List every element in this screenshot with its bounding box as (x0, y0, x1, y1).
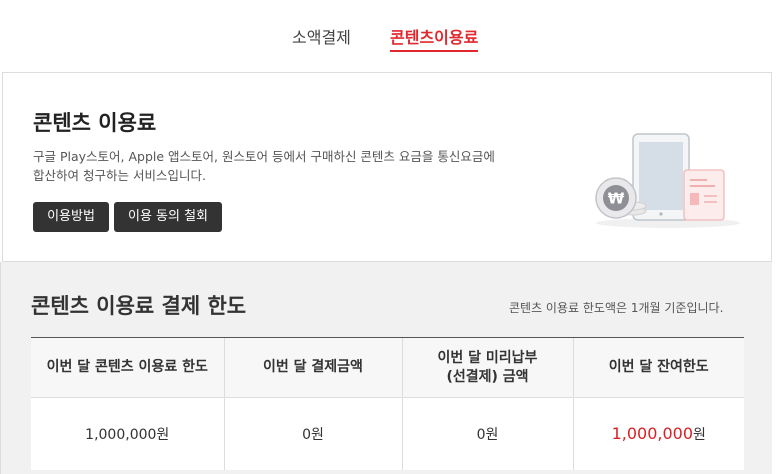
remaining-limit-value: 1,000,000 (611, 423, 694, 443)
page-title: 콘텐츠 이용료 (33, 111, 157, 135)
column-paid-amount: 이번 달 결제금액 (223, 337, 402, 398)
how-to-use-button[interactable]: 이용방법 (33, 202, 109, 232)
document-icon (683, 169, 725, 221)
column-prepaid-line-1: 이번 달 미리납부 (437, 349, 538, 366)
withdraw-consent-button[interactable]: 이용 동의 철회 (114, 202, 222, 232)
content-fee-intro: 콘텐츠 이용료 구글 Play스토어, Apple 앱스토어, 원스토어 등에서… (2, 72, 772, 262)
table-header-row: 이번 달 콘텐츠 이용료 한도 이번 달 결제금액 이번 달 미리납부 (선결제… (31, 337, 744, 398)
description-line-2: 합산하여 청구하는 서비스입니다. (33, 168, 206, 183)
tab-content-fee[interactable]: 콘텐츠이용료 (390, 24, 478, 48)
prepaid-amount-value: 0원 (401, 397, 573, 470)
tab-bar: 소액결제 콘텐츠이용료 (0, 0, 784, 72)
remaining-limit-cell: 1,000,000원 (572, 397, 744, 470)
column-prepaid-line-2: (선결제) 금액 (446, 368, 529, 385)
limit-title: 콘텐츠 이용료 결제 한도 (31, 294, 247, 318)
column-prepaid-amount: 이번 달 미리납부 (선결제) 금액 (401, 337, 573, 398)
paid-amount-value: 0원 (223, 397, 402, 470)
tab-small-payment[interactable]: 소액결제 (292, 24, 351, 48)
monthly-limit-value: 1,000,000원 (85, 426, 170, 443)
description-line-1: 구글 Play스토어, Apple 앱스토어, 원스토어 등에서 구매하신 콘텐… (33, 149, 495, 164)
limit-note: 콘텐츠 이용료 한도액은 1개월 기준입니다. (509, 301, 724, 315)
column-monthly-limit: 이번 달 콘텐츠 이용료 한도 (31, 337, 224, 398)
limit-table: 이번 달 콘텐츠 이용료 한도 이번 달 결제금액 이번 달 미리납부 (선결제… (31, 337, 744, 470)
payment-limit-section: 콘텐츠 이용료 결제 한도 콘텐츠 이용료 한도액은 1개월 기준입니다. 이번… (0, 262, 772, 474)
service-description: 구글 Play스토어, Apple 앱스토어, 원스토어 등에서 구매하신 콘텐… (33, 147, 533, 185)
table-row: 1,000,000원 0원 0원 1,000,000원 (31, 397, 744, 470)
column-remaining-limit: 이번 달 잔여한도 (572, 337, 744, 398)
payment-illustration: ₩ (595, 133, 740, 228)
remaining-limit-unit: 원 (693, 426, 706, 443)
active-tab-indicator (390, 50, 478, 52)
svg-text:₩: ₩ (608, 190, 625, 208)
